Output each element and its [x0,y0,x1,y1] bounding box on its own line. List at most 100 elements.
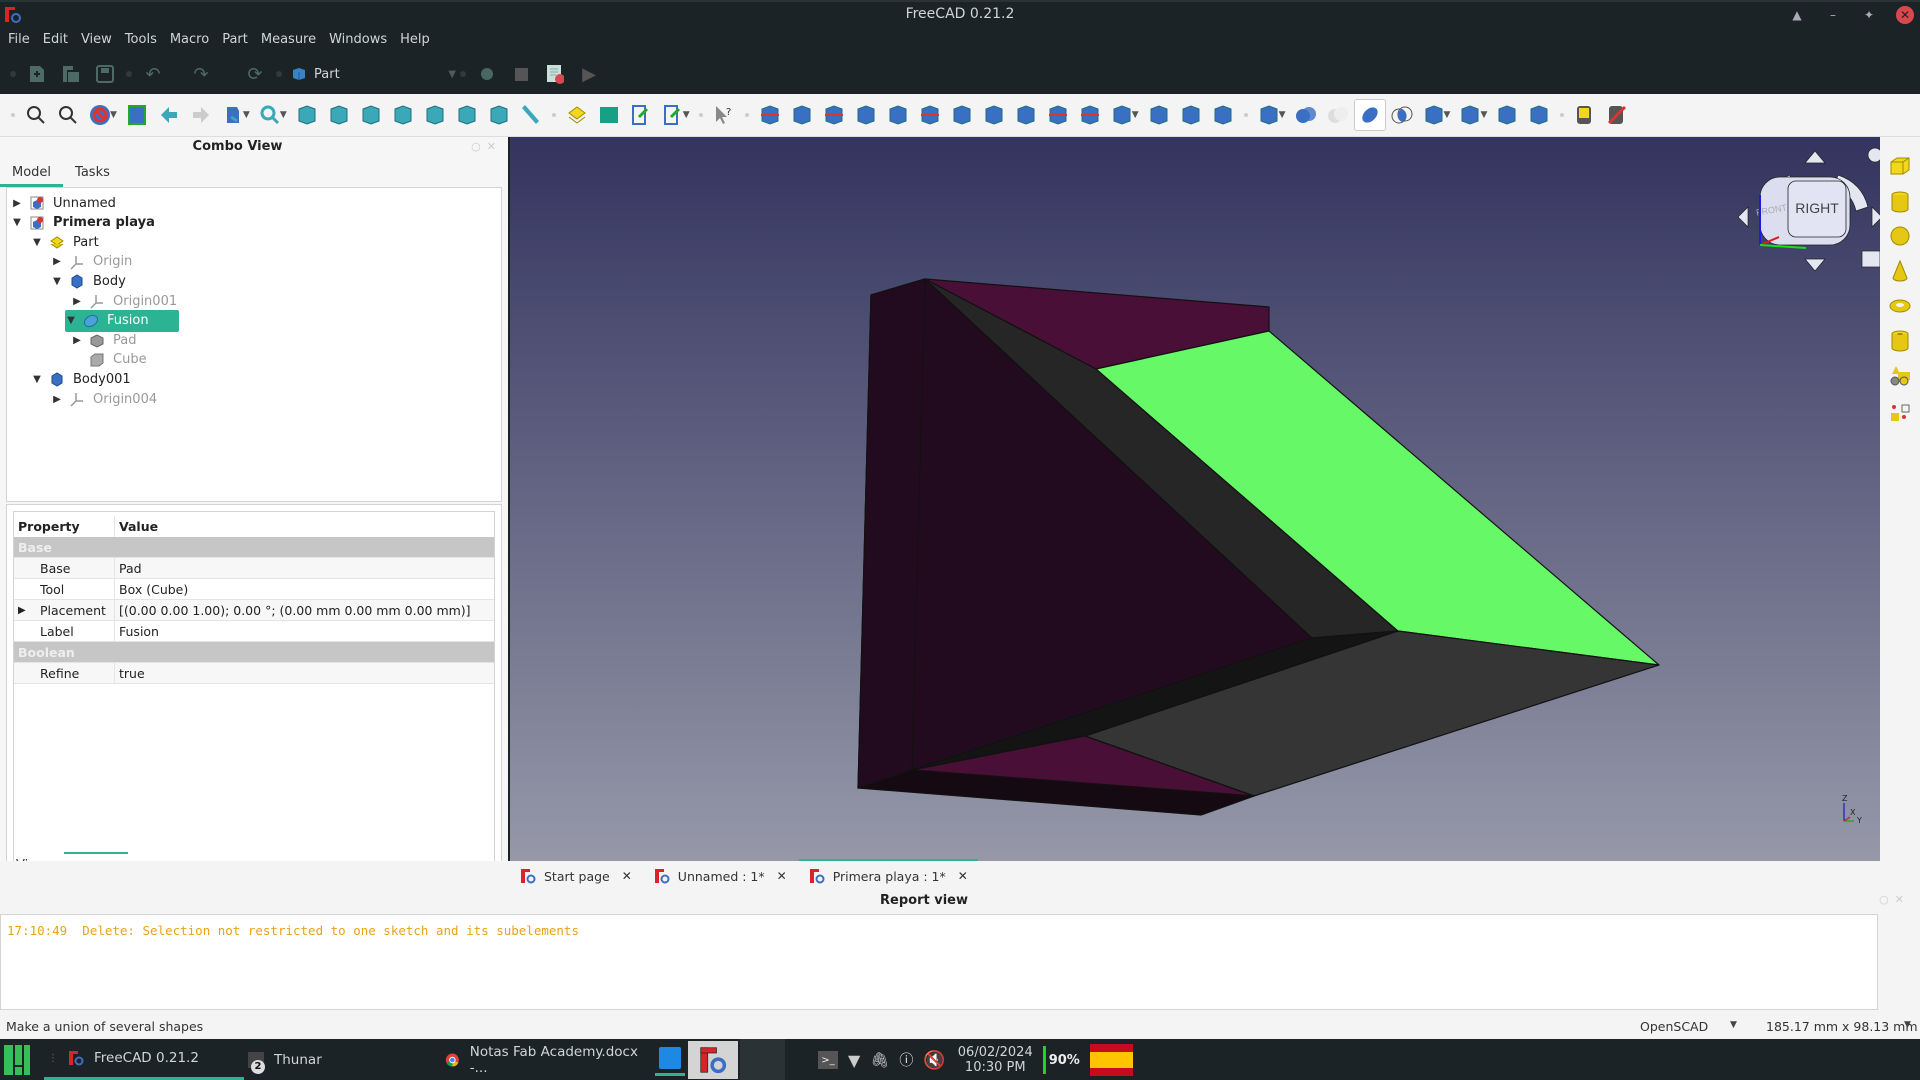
chevron-down-icon[interactable]: ▼ [243,110,250,120]
measure-linear-button[interactable] [1569,99,1601,131]
common-button[interactable] [1386,99,1418,131]
view-back-button[interactable] [153,99,185,131]
chevron-down-icon[interactable]: ▼ [51,276,63,287]
chevron-right-icon[interactable]: ▶ [71,296,83,307]
document-tab[interactable]: Primera playa : 1* ✕ [798,859,978,891]
chevron-down-icon[interactable]: ▼ [1279,110,1286,120]
macro-execute-button[interactable]: ▶ [572,59,606,89]
chevron-down-icon[interactable]: ▼ [1730,1020,1737,1030]
dock-controls[interactable]: ○✕ [471,140,502,153]
chevron-down-icon[interactable]: ▼ [1444,110,1451,120]
view-bottom-button[interactable] [451,99,483,131]
primitives-dialog-icon[interactable] [1888,364,1912,388]
std-view-fit-selection-button[interactable] [52,99,84,131]
chamfer-button[interactable] [882,99,914,131]
workbench-selector[interactable]: Part ▼ [286,61,456,87]
property-value[interactable]: Pad [114,557,142,579]
chevron-down-icon[interactable]: ▼ [31,374,43,385]
keep-above-button[interactable]: ▲ [1788,6,1806,24]
link-button[interactable] [625,99,657,131]
property-value[interactable]: Fusion [114,620,159,642]
std-view-fit-all-button[interactable] [20,99,52,131]
new-document-button[interactable] [20,59,54,89]
property-group[interactable]: Boolean [14,642,494,663]
maximize-button[interactable]: ✦ [1860,6,1878,24]
loft-button[interactable] [978,99,1010,131]
clock[interactable]: 06/02/2024 10:30 PM [958,1045,1033,1075]
cut-button[interactable] [1322,99,1354,131]
chevron-down-icon[interactable]: ▼ [280,110,287,120]
fillet-button[interactable] [850,99,882,131]
property-value[interactable]: true [114,662,145,684]
chevron-down-icon[interactable]: ▼ [11,217,23,228]
chevron-down-icon[interactable]: ▼ [683,110,690,120]
arrow-right-icon[interactable] [1871,206,1880,228]
keyboard-layout-flag-icon[interactable] [1089,1044,1133,1076]
3d-scene[interactable]: RIGHT FRONT Z X Y [510,137,1880,861]
clipboard-icon[interactable]: 🖇 [870,1051,889,1069]
macro-stop-button[interactable] [504,59,538,89]
mirror-button[interactable] [818,99,850,131]
property-row[interactable]: Tool Box (Cube) [14,578,494,600]
navigation-style-selector[interactable]: OpenSCAD [1640,1019,1708,1034]
document-tab[interactable]: Unnamed : 1* ✕ [654,861,787,891]
property-value[interactable]: Box (Cube) [114,578,188,600]
undo-button[interactable]: ↶ [136,59,170,89]
redo-button[interactable]: ↷ [184,59,218,89]
property-row[interactable]: Refine true [14,662,494,684]
part-button[interactable] [561,99,593,131]
volume-muted-icon[interactable]: 🔇 [923,1050,945,1071]
measure-clear-button[interactable] [1601,99,1633,131]
save-button[interactable] [88,59,122,89]
property-row[interactable]: ▶ Placement [(0.00 0.00 1.00); 0.00 °; (0.… [14,599,494,621]
workspace-3[interactable] [740,1039,785,1080]
view-cube-mini-icon[interactable] [1861,250,1880,268]
tab-model[interactable]: Model [0,159,64,187]
menu-part[interactable]: Part [222,28,256,54]
taskbar-item-thunar[interactable]: 2 Thunar [248,1039,428,1080]
view-rear-button[interactable] [419,99,451,131]
3d-viewport[interactable]: RIGHT FRONT Z X Y [510,137,1880,861]
ruled-surface-button[interactable] [946,99,978,131]
cone-primitive-icon[interactable] [1888,259,1912,283]
menu-tools[interactable]: Tools [125,28,165,54]
open-file-button[interactable] [593,99,625,131]
torus-primitive-icon[interactable] [1888,294,1912,318]
box-primitive-icon[interactable] [1888,154,1912,178]
workspace-1[interactable] [655,1043,685,1076]
view-front-button[interactable] [323,99,355,131]
chevron-down-icon[interactable]: ▼ [1904,1020,1911,1030]
tab-tasks[interactable]: Tasks [63,159,122,187]
tree-item[interactable]: ▶ Origin004 [51,388,157,410]
property-value[interactable]: [(0.00 0.00 1.00); 0.00 °; (0.00 mm 0.00… [114,599,471,621]
view-isometric-cube-button[interactable] [291,99,323,131]
close-tab-icon[interactable]: ✕ [622,869,632,883]
menu-file[interactable]: File [8,28,38,54]
chevron-down-icon[interactable]: ▼ [31,237,43,248]
property-row[interactable]: Base Pad [14,557,494,579]
macro-record-button[interactable] [470,59,504,89]
view-top-button[interactable] [355,99,387,131]
arrow-left-icon[interactable] [1737,206,1749,228]
updates-icon[interactable]: ⓘ [899,1050,913,1070]
property-group[interactable]: Base [14,537,494,558]
battery-indicator[interactable]: 90% [1042,1046,1080,1074]
document-tab[interactable]: Start page ✕ [520,861,632,891]
whats-this-button[interactable]: ? [708,99,740,131]
fuse-button[interactable] [1353,99,1386,131]
navigation-cube[interactable]: RIGHT FRONT [1737,147,1880,272]
menu-help[interactable]: Help [400,28,438,54]
check-geometry-button[interactable] [1491,99,1523,131]
refresh-button[interactable]: ⟳ [238,59,272,89]
tube-primitive-icon[interactable] [1888,329,1912,353]
report-view[interactable]: 17:10:49 Delete: Selection not restricte… [0,914,1878,1010]
report-dock-controls[interactable]: ○✕ [1879,893,1910,906]
cylinder-primitive-icon[interactable] [1888,190,1912,214]
chevron-right-icon[interactable]: ▶ [71,335,83,346]
view-right-button[interactable] [387,99,419,131]
wifi-icon[interactable]: ▼ [848,1051,860,1070]
toolbar-handle[interactable] [10,71,16,77]
make-face-button[interactable] [914,99,946,131]
close-tab-icon[interactable]: ✕ [777,869,787,883]
chevron-right-icon[interactable]: ▶ [51,256,63,267]
